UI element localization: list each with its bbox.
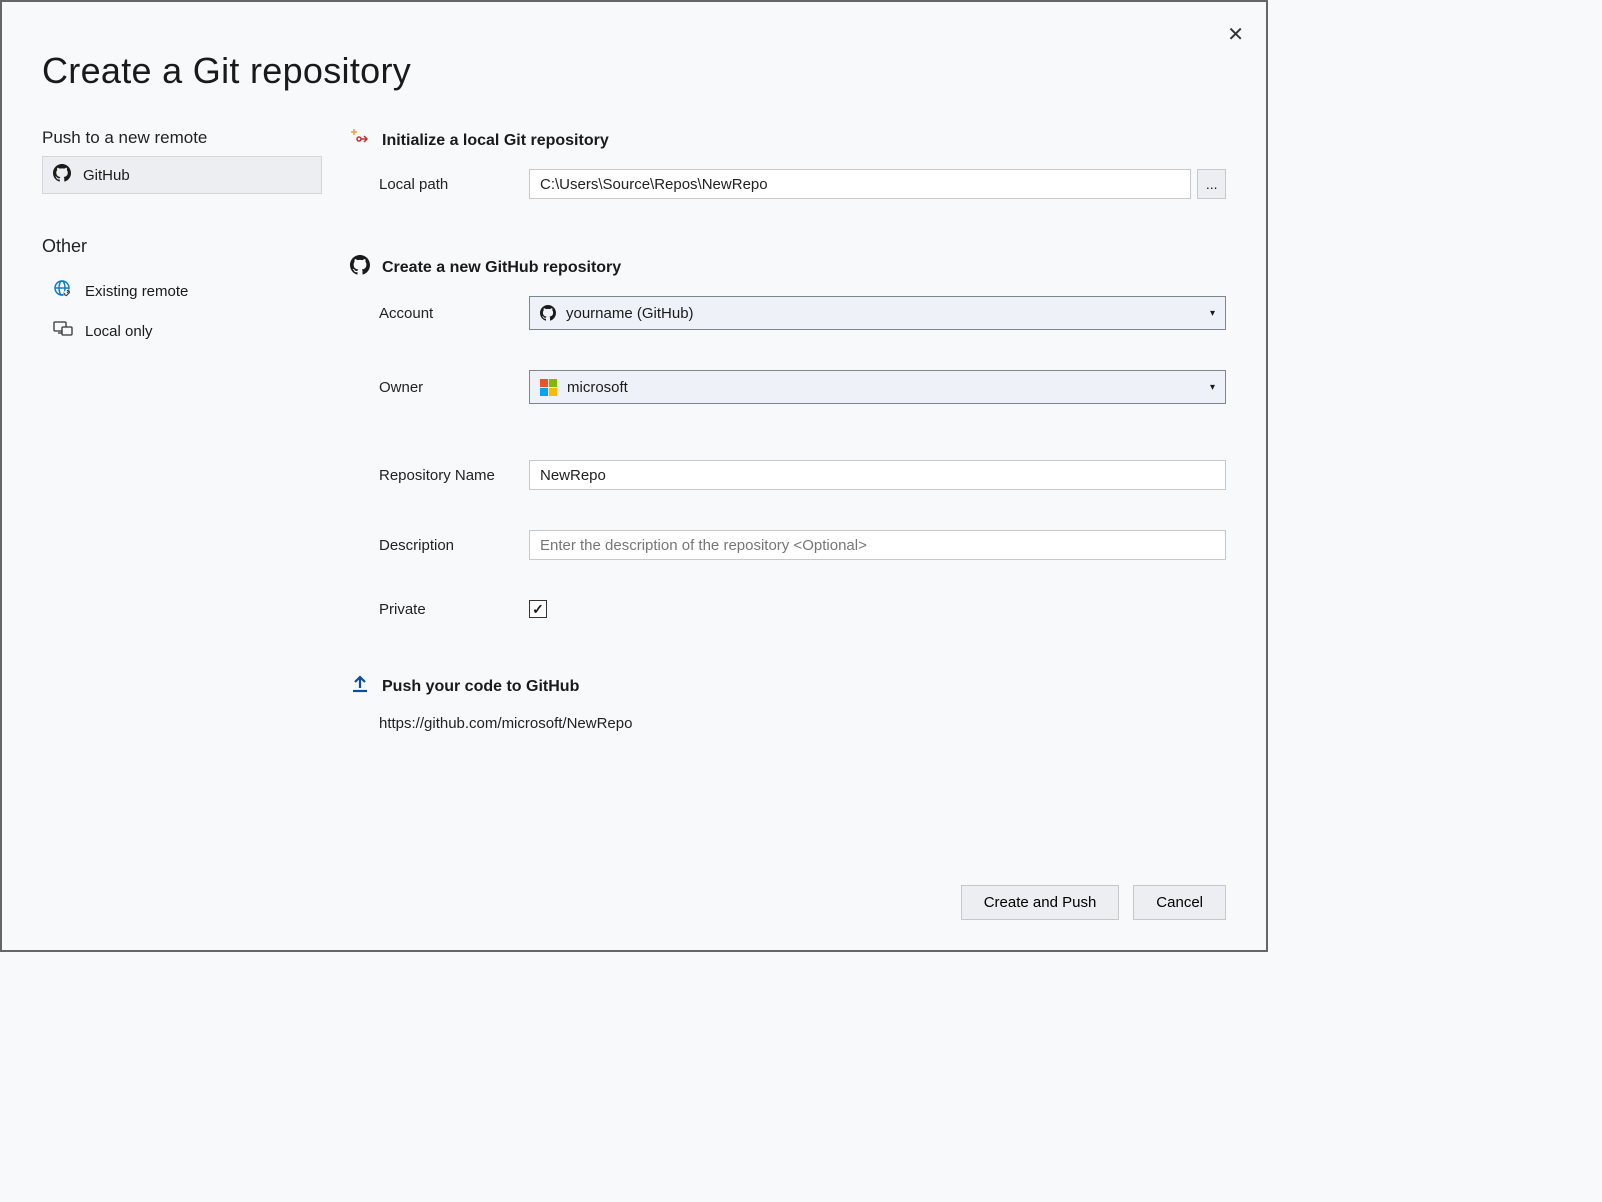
close-icon[interactable]: ✕ [1227,22,1244,47]
section-heading: Create a new GitHub repository [382,259,621,277]
caret-down-icon: ▾ [1210,308,1215,319]
sidebar-item-label: Local only [85,323,153,340]
account-value: yourname (GitHub) [566,305,694,322]
footer: Create and Push Cancel [961,885,1226,920]
local-path-label: Local path [379,176,529,193]
page-title: Create a Git repository [2,2,1266,92]
sparkle-branch-icon [350,128,370,153]
sidebar-item-local-only[interactable]: Local only [42,311,322,351]
sidebar-item-existing-remote[interactable]: Existing remote [42,271,322,311]
local-computer-icon [53,319,73,343]
repo-name-input[interactable] [529,460,1226,490]
upload-arrow-icon [350,674,370,699]
caret-down-icon: ▾ [1210,382,1215,393]
github-icon [53,164,71,186]
sidebar-item-label: Existing remote [85,283,188,300]
row-local-path: Local path ... [379,169,1226,199]
account-label: Account [379,305,529,322]
section-heading: Push your code to GitHub [382,678,579,696]
push-url: https://github.com/microsoft/NewRepo [379,715,1226,732]
sidebar: Push to a new remote GitHub Other Existi… [42,128,322,732]
row-description: Description [379,530,1226,560]
main-panel: Initialize a local Git repository Local … [322,128,1226,732]
cancel-button[interactable]: Cancel [1133,885,1226,920]
browse-button[interactable]: ... [1197,169,1226,199]
section-initialize: Initialize a local Git repository [350,128,1226,153]
private-checkbox[interactable]: ✓ [529,600,547,618]
sidebar-item-label: GitHub [83,167,130,184]
row-repo-name: Repository Name [379,460,1226,490]
section-push: Push your code to GitHub [350,674,1226,699]
row-account: Account yourname (GitHub) ▾ [379,296,1226,330]
row-private: Private ✓ [379,600,1226,618]
row-owner: Owner microsoft ▾ [379,370,1226,404]
content: Push to a new remote GitHub Other Existi… [2,92,1266,732]
globe-link-icon [53,279,73,303]
section-github: Create a new GitHub repository [350,255,1226,280]
section-heading: Initialize a local Git repository [382,132,609,150]
sidebar-item-github[interactable]: GitHub [42,156,322,194]
create-and-push-button[interactable]: Create and Push [961,885,1120,920]
sidebar-other-label: Other [42,236,322,257]
owner-label: Owner [379,379,529,396]
description-label: Description [379,537,529,554]
local-path-input[interactable] [529,169,1191,199]
microsoft-logo-icon [540,379,557,396]
github-icon [540,305,556,321]
owner-dropdown[interactable]: microsoft ▾ [529,370,1226,404]
account-dropdown[interactable]: yourname (GitHub) ▾ [529,296,1226,330]
private-label: Private [379,601,529,618]
owner-value: microsoft [567,379,628,396]
sidebar-push-label: Push to a new remote [42,128,322,148]
github-icon [350,255,370,280]
repo-name-label: Repository Name [379,467,529,484]
description-input[interactable] [529,530,1226,560]
